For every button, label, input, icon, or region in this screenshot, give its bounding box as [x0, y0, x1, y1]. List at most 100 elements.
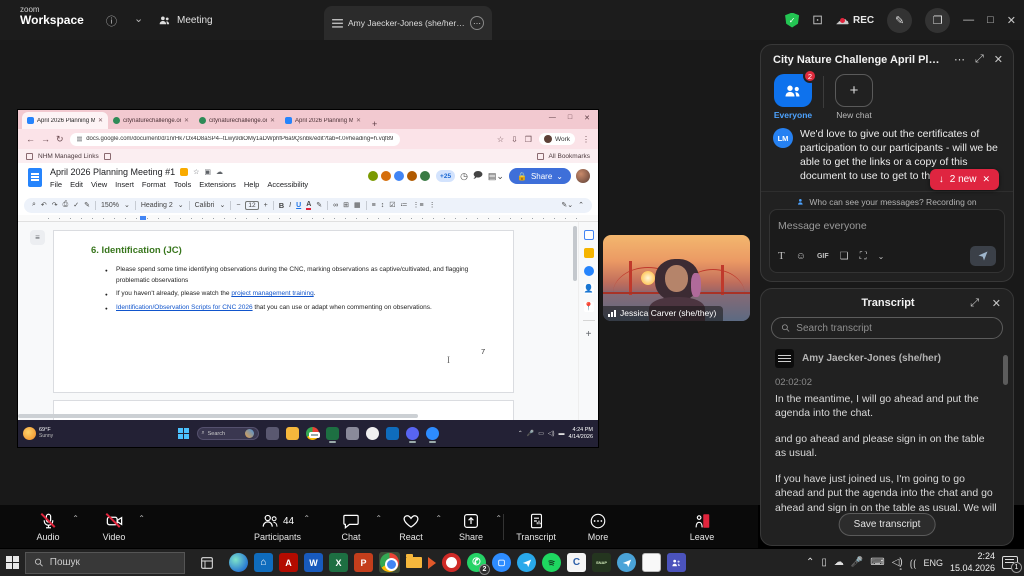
menu-format[interactable]: Format [142, 180, 166, 189]
editing-mode-icon[interactable]: ✎⌄ [561, 201, 573, 209]
spotify-icon[interactable] [542, 553, 561, 572]
save-transcript-button[interactable]: Save transcript [839, 513, 936, 536]
text-format-icon[interactable]: T [778, 250, 785, 262]
capture-frame-icon[interactable]: ⊡ [812, 12, 823, 28]
teams-icon[interactable] [667, 553, 686, 572]
share-dropdown-icon[interactable]: ⌄ [556, 172, 563, 181]
account-avatar[interactable] [576, 169, 590, 183]
chevron-down-icon[interactable]: ⌄ [134, 12, 143, 25]
outlook-icon[interactable] [386, 427, 399, 440]
tray-chevron-icon[interactable]: ⌃ [518, 430, 523, 437]
chrome-menu-icon[interactable]: ⋮ [582, 135, 590, 144]
powerpoint-icon[interactable]: P [354, 553, 373, 572]
browser-tab-2[interactable]: citynaturechallenge.org/live✕ [108, 112, 194, 129]
chevron-down-icon[interactable]: ⌄ [878, 252, 885, 261]
security-shield-icon[interactable]: ✓ [785, 13, 799, 28]
back-icon[interactable]: ← [26, 134, 35, 144]
app-plane-icon[interactable] [617, 553, 636, 572]
url-bar[interactable]: docs.google.com/document/d/1nrHk7Ox4D8aS… [70, 133, 400, 146]
app-c-icon[interactable]: C [567, 553, 586, 572]
redo-icon[interactable]: ↷ [52, 201, 58, 209]
comments-icon[interactable]: 🗩 [473, 168, 483, 184]
move-folder-icon[interactable]: ▣ [204, 168, 211, 176]
taskbar-search-input[interactable] [50, 557, 176, 568]
tasks-icon[interactable] [584, 266, 594, 276]
video-control[interactable]: Video⌃ [92, 512, 136, 542]
battery-tray-icon[interactable]: ▬ [559, 431, 565, 437]
leave-control[interactable]: Leave [680, 512, 724, 542]
clock[interactable]: 2:2415.04.2026 [950, 551, 995, 574]
file-explorer-icon[interactable] [406, 557, 422, 568]
send-button[interactable] [970, 246, 996, 266]
chrome-maximize-icon[interactable]: □ [568, 114, 572, 122]
mic-tray-icon[interactable]: 🎤 [527, 430, 534, 437]
menu-insert[interactable]: Insert [115, 180, 134, 189]
clock-app-icon[interactable] [366, 427, 379, 440]
all-bookmarks-link[interactable]: All Bookmarks [548, 153, 590, 160]
audio-control[interactable]: Audio⌃ [26, 512, 70, 542]
task-view-icon[interactable] [266, 427, 279, 440]
bullet-list-icon[interactable]: ≔ [401, 201, 408, 209]
doc-link[interactable]: Identification/Observation Scripts for C… [116, 304, 253, 311]
menu-tools[interactable]: Tools [174, 180, 192, 189]
bold-button[interactable]: B [279, 201, 284, 210]
new-messages-pill[interactable]: ↓ 2 new ✕ [930, 169, 999, 190]
spellcheck-icon[interactable]: ✓ [73, 201, 79, 209]
paragraph-style-select[interactable]: Heading 2 [141, 202, 173, 209]
windows-search-box[interactable]: ⌕Search [197, 427, 259, 440]
info-icon[interactable]: ⓘ [106, 13, 117, 29]
downloads-icon[interactable]: ⇩ [511, 135, 518, 144]
keep-icon[interactable] [584, 248, 594, 258]
collapse-toolbar-icon[interactable]: ⌃ [578, 201, 584, 209]
screenshot-icon[interactable]: ⛶ [860, 251, 867, 262]
chat-tab-everyone[interactable]: 2 Everyone [773, 74, 813, 120]
underline-button[interactable]: U [296, 202, 301, 209]
chat-control[interactable]: Chat⌃ [329, 512, 373, 542]
numbered-list-icon[interactable]: ⋮≡ [413, 201, 424, 209]
menu-help[interactable]: Help [244, 180, 259, 189]
chrome-side-panel-icon[interactable]: ❐ [525, 135, 532, 144]
meet-camera-icon[interactable]: ▤⌄ [488, 171, 504, 182]
browser-tab-4[interactable]: April 2026 Planning Meeting #✕ [280, 112, 366, 129]
align-icon[interactable]: ≡ [372, 202, 376, 209]
participant-video-tile[interactable]: Jessica Carver (she/they) [603, 235, 750, 321]
taskbar-search[interactable] [25, 552, 185, 574]
chat-close-icon[interactable]: ✕ [994, 53, 1003, 66]
document-app-icon[interactable] [642, 553, 661, 572]
chat-popout-icon[interactable]: ⤢ [975, 53, 984, 66]
zoom-taskbar-icon[interactable]: ▢ [492, 553, 511, 572]
react-options-chevron[interactable]: ⌃ [435, 514, 442, 523]
volume-icon[interactable]: ◁) [892, 557, 903, 568]
line-spacing-icon[interactable]: ↕ [381, 202, 385, 209]
video-options-chevron[interactable]: ⌃ [138, 514, 145, 523]
notification-center-icon[interactable]: 1 [1002, 556, 1018, 569]
paint-format-icon[interactable]: ✎ [84, 201, 90, 209]
chrome-icon[interactable] [306, 427, 319, 440]
microsoft-store-icon[interactable]: ⌂ [254, 553, 273, 572]
document-title[interactable]: April 2026 Planning Meeting #1 [50, 167, 175, 177]
bookmark-item[interactable]: NHM Managed Links [38, 153, 99, 160]
menu-extensions[interactable]: Extensions [199, 180, 236, 189]
add-comment-icon[interactable]: ⊞ [343, 201, 349, 209]
network-icon[interactable]: 〪⟮⟮ [910, 555, 917, 570]
app-red-icon[interactable] [442, 553, 461, 572]
participants-control[interactable]: 44 Participants⌃ [254, 512, 301, 542]
new-tab-button[interactable]: + [372, 119, 377, 129]
tab-close-icon[interactable]: ✕ [356, 117, 361, 124]
minimize-button[interactable]: — [963, 14, 974, 26]
discord-icon[interactable] [406, 427, 419, 440]
font-size-decrease[interactable]: − [236, 202, 240, 209]
apps-grid-icon[interactable] [104, 153, 111, 160]
version-history-icon[interactable]: ◷ [460, 171, 468, 182]
chrome-minimize-icon[interactable]: — [549, 114, 556, 122]
add-addon-icon[interactable]: + [586, 329, 592, 340]
insert-link-icon[interactable]: ∞ [333, 202, 338, 209]
task-view-icon[interactable] [199, 555, 215, 571]
chat-more-icon[interactable]: ⋯ [954, 53, 965, 66]
transcript-close-icon[interactable]: ✕ [992, 297, 1001, 310]
file-explorer-icon[interactable] [286, 427, 299, 440]
mic-tray-icon[interactable]: 🎤 [851, 557, 863, 568]
more-tools-icon[interactable]: ⋮ [429, 201, 436, 209]
emoji-icon[interactable]: ☺ [796, 251, 806, 262]
bookmark-star-icon[interactable]: ☆ [497, 135, 504, 144]
